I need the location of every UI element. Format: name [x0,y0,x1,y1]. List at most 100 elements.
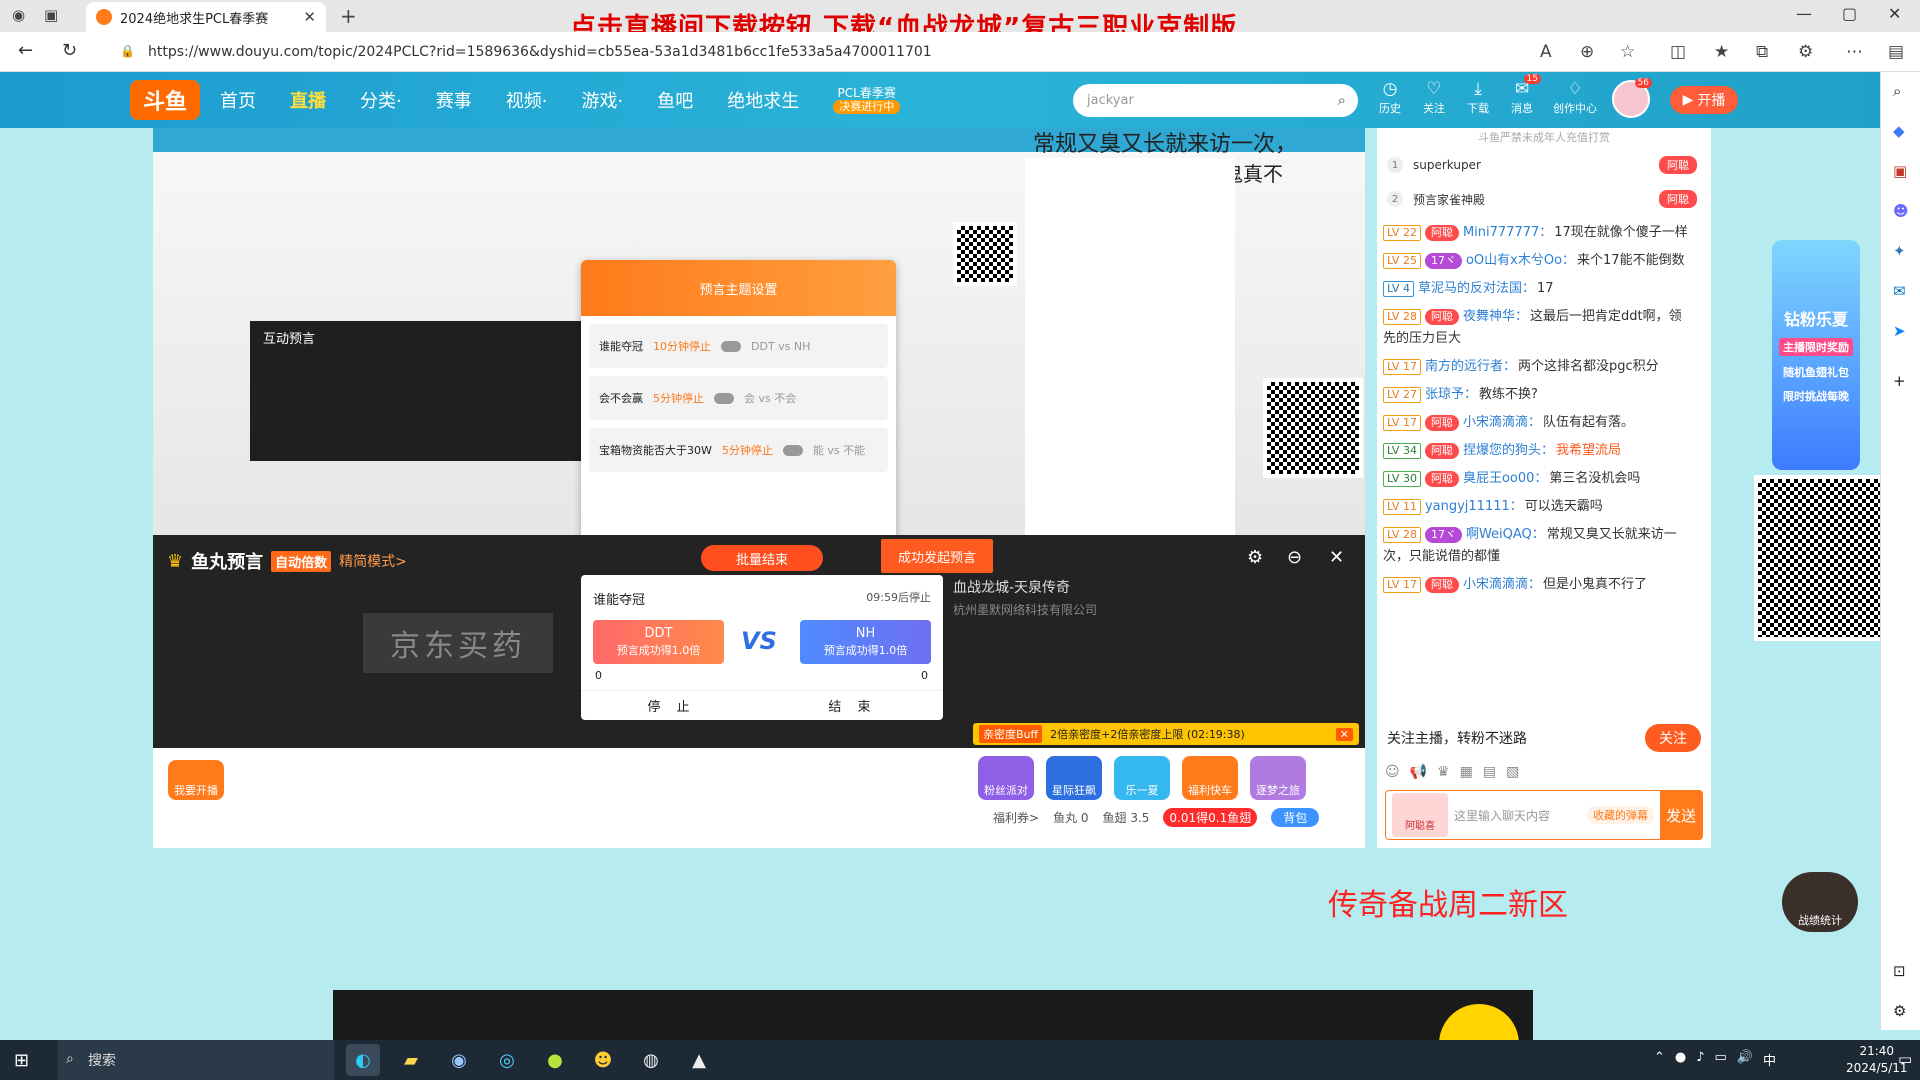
toolbox-icon[interactable]: ▣ [1893,162,1907,180]
chat-username[interactable]: 小宋滴滴滴： [1463,577,1541,592]
stop-button[interactable]: 停 止 [581,691,762,720]
chat-input-placeholder[interactable]: 这里输入聊天内容 [1454,807,1587,824]
app-icon[interactable]: ▲ [682,1044,716,1076]
edge-icon[interactable]: ◐ [346,1044,380,1076]
read-aloud-icon[interactable]: A [1540,42,1552,62]
app-icon[interactable]: ☻ [586,1044,620,1076]
end-button[interactable]: 结 束 [762,691,943,720]
people-icon[interactable]: ☻ [1893,202,1909,220]
refresh-icon[interactable]: ↻ [62,40,77,61]
recharge-button[interactable]: 0.01得0.1鱼翅 [1163,808,1258,827]
go-live-button[interactable]: 我要开播 [168,760,224,800]
volume-icon[interactable]: 🔊 [1737,1050,1753,1069]
close-panel-icon[interactable]: ✕ [1329,547,1344,568]
copilot-icon[interactable]: ✦ [1893,242,1906,260]
douyu-logo[interactable]: 斗鱼 [130,80,200,120]
chat-messages[interactable]: LV 22 阿聪 Mini777777： 17现在就像个傻子一样 LV 25 17ヾ oO… [1377,222,1697,716]
window-close-icon[interactable]: ✕ [1888,4,1901,23]
windows-start-icon[interactable]: ⊞ [14,1050,29,1071]
team-a-option[interactable]: DDT 预言成功得1.0倍 [593,620,724,664]
split-screen-icon[interactable]: ◫ [1670,42,1686,62]
game-info[interactable]: 血战龙城-天泉传奇 杭州墨默网络科技有限公司 [953,577,1097,618]
extensions-icon[interactable]: ⚙ [1798,42,1813,62]
backpack-button[interactable]: 背包 [1271,808,1320,827]
nav-category[interactable]: 分类· [360,87,402,113]
sidebar-settings-icon[interactable]: ⚙ [1893,1002,1906,1020]
nav-events[interactable]: 赛事 [436,87,472,113]
nav-video[interactable]: 视频· [506,87,548,113]
send-button[interactable]: 发送 [1660,791,1702,839]
chat-username[interactable]: yangyj11111： [1425,499,1523,514]
promo-banner[interactable]: 钻粉乐夏 主播限时奖励 随机鱼翅礼包 限时挑战每晚 [1772,240,1860,470]
history-button[interactable]: ◷ 历史 [1375,78,1405,116]
nav-live[interactable]: 直播 [290,87,326,113]
chat-username[interactable]: 草泥马的反对法国： [1418,281,1535,296]
gift-item[interactable]: 福利快车 [1182,756,1238,800]
saved-barrage-button[interactable]: 收藏的弹幕 [1587,806,1654,824]
tab-actions-icon[interactable]: ▣ [44,6,58,24]
screenshot-icon[interactable]: ⊡ [1893,962,1906,980]
stats-widget[interactable]: 战绩统计 [1782,872,1858,932]
outlook-icon[interactable]: ✉ [1893,282,1906,300]
download-button[interactable]: ⤓ 下载 [1463,78,1493,116]
popup-row[interactable]: 会不会赢 5分钟停止 会 vs 不会 [589,376,888,420]
minimize-icon[interactable]: — [1796,4,1812,23]
send-icon[interactable]: ➤ [1893,322,1906,340]
welfare-link[interactable]: 福利券> [993,809,1039,826]
batch-end-button[interactable]: 批量结束 [701,545,823,571]
chat-username[interactable]: 小宋滴滴滴： [1463,415,1541,430]
browser-tab-active[interactable]: 2024绝地求生PCL春季赛 ✕ [86,2,326,32]
tool-icon[interactable]: ▦ [1460,764,1473,780]
nav-games[interactable]: 游戏· [581,87,623,113]
search-input[interactable]: jackyar ⌕ [1073,84,1358,117]
row-toggle[interactable] [782,444,803,456]
chat-username[interactable]: 捏爆您的狗头： [1463,443,1554,458]
emoji-icon[interactable]: ☺ [1385,764,1400,780]
megaphone-icon[interactable]: 📢 [1410,764,1427,780]
rank-row[interactable]: 2 预言家雀神殿 阿聪 [1377,182,1711,216]
team-b-option[interactable]: NH 预言成功得1.0倍 [800,620,931,664]
collections-icon[interactable]: ⧉ [1756,42,1768,62]
chat-username[interactable]: oO山有x木兮Oo： [1466,253,1575,268]
network-icon[interactable]: ▭ [1715,1050,1727,1069]
rank-row[interactable]: 1 superkuper 阿聪 [1377,148,1711,182]
search-icon[interactable]: ⌕ [1338,91,1346,109]
app-icon[interactable]: ◎ [490,1044,524,1076]
back-icon[interactable]: ← [18,40,33,61]
auto-multiplier-tag[interactable]: 自动倍数 [271,550,332,572]
follow-button[interactable]: 关注 [1645,724,1701,752]
more-menu-icon[interactable]: ⋯ [1846,42,1863,62]
url-field[interactable]: https://www.douyu.com/topic/2024PCLC?rid… [116,38,1536,66]
file-explorer-icon[interactable]: ▰ [394,1044,428,1076]
avatar[interactable]: 56 [1612,78,1652,118]
chat-username[interactable]: 啊WeiQAQ： [1466,527,1545,542]
tray-chevron-icon[interactable]: ⌃ [1654,1050,1665,1069]
gift-item[interactable]: 粉丝派对 [978,756,1034,800]
chat-input-box[interactable]: 阿聪喜 这里输入聊天内容 收藏的弹幕 发送 [1385,790,1703,840]
nav-pcl-event[interactable]: PCL春季赛 决赛进行中 [833,86,901,114]
stream-player[interactable]: 常规又臭又长就来访一次， 但是小鬼真不 互动预言 预言主题设置 谁能夺冠 10分… [153,128,1365,848]
taskbar-search[interactable]: ⌕ 搜索 [58,1040,334,1080]
messages-button[interactable]: ✉ 消息 15 [1507,74,1541,116]
favorite-star-icon[interactable]: ☆ [1620,42,1635,62]
row-toggle[interactable] [721,340,741,352]
tool-icon[interactable]: ▤ [1483,764,1496,780]
chat-username[interactable]: 南方的远行者： [1425,359,1516,374]
nav-pubg[interactable]: 绝地求生 [727,87,799,113]
sidebar-toggle-icon[interactable]: ▤ [1888,42,1904,62]
buff-close-icon[interactable]: ✕ [1335,727,1353,741]
app-icon[interactable]: ● [538,1044,572,1076]
creator-center-button[interactable]: ♢ 创作中心 [1551,78,1599,116]
settings-gear-icon[interactable]: ⚙ [1247,547,1263,568]
profile-icon[interactable]: ◉ [12,6,25,24]
start-prediction-button[interactable]: 成功发起预言 [881,539,993,573]
chat-username[interactable]: 张琼予： [1425,387,1477,402]
row-toggle[interactable] [714,392,734,404]
start-broadcast-button[interactable]: ▶ 开播 [1670,86,1738,114]
tab-close-icon[interactable]: ✕ [303,8,316,26]
tag-icon[interactable]: ◆ [1893,122,1905,140]
ime-indicator[interactable]: 中 [1763,1050,1776,1069]
tray-app-icon[interactable]: ● [1675,1050,1686,1069]
gift-item[interactable]: 乐一夏 [1114,756,1170,800]
nav-home[interactable]: 首页 [220,87,256,113]
